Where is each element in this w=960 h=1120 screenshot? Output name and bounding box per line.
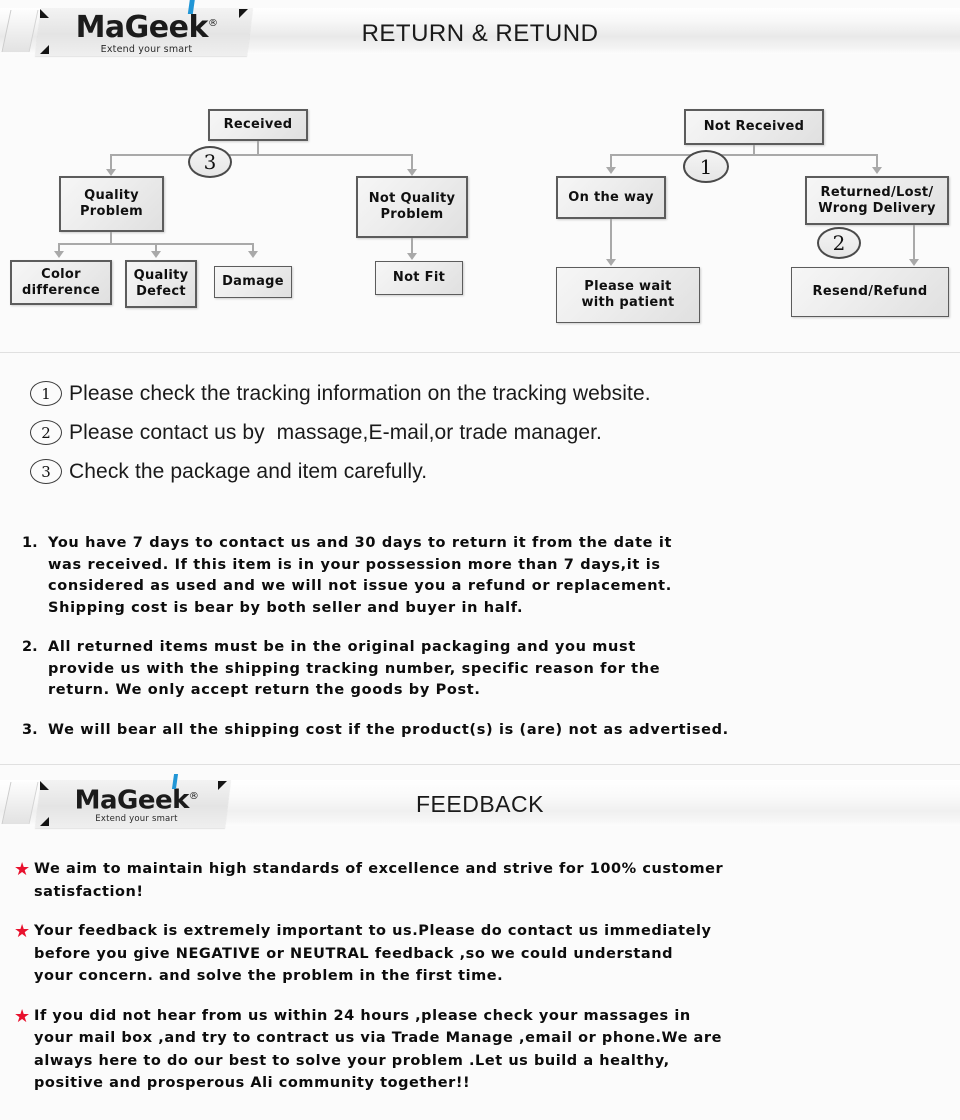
policy-item-text: You have 7 days to contact us and 30 day… [48, 535, 673, 616]
flow-box-quality-defect: Quality Defect [125, 260, 197, 308]
policy-item-text: We will bear all the shipping cost if th… [48, 721, 729, 738]
flow-box-not-quality-problem: Not Quality Problem [356, 176, 468, 238]
instruction-item: 1 Please check the tracking information … [30, 374, 930, 413]
star-icon: ★ [14, 1005, 31, 1026]
policy-list: 1. You have 7 days to contact us and 30 … [22, 533, 938, 759]
arrowhead-color-difference [54, 251, 64, 258]
flow-box-received: Received [208, 109, 308, 141]
arrowhead-damage [248, 251, 258, 258]
feedback-text: Your feedback is extremely important to … [34, 923, 712, 984]
star-icon: ★ [14, 859, 31, 879]
arrowhead-on-the-way [606, 167, 616, 174]
return-flowchart: Received 3 Quality Problem Not Quality P… [0, 88, 960, 350]
policy-item-number: 1. [22, 535, 38, 551]
flow-marker-2: 2 [817, 227, 861, 259]
feedback-banner: MaGee k® Extend your smart FEEDBACK [0, 772, 960, 834]
arrowhead-not-quality-problem [407, 169, 417, 176]
instruction-text: Please contact us by massage,E-mail,or t… [69, 420, 602, 444]
instruction-list: 1 Please check the tracking information … [30, 374, 930, 491]
connector-received-stem [257, 141, 259, 155]
instruction-text: Please check the tracking information on… [69, 381, 651, 405]
page-title: RETURN & RETUND [361, 20, 599, 47]
arrowhead-please-wait [606, 259, 616, 266]
connector-on-the-way-to-wait [610, 219, 612, 261]
instruction-text: Check the package and item carefully. [69, 459, 428, 483]
arrowhead-quality-problem [106, 169, 116, 176]
feedback-item: ★ If you did not hear from us within 24 … [14, 1005, 954, 1095]
policy-item: 2. All returned items must be in the ori… [22, 637, 938, 702]
flow-marker-1: 1 [683, 150, 729, 183]
instruction-number-badge: 1 [30, 381, 62, 406]
flow-box-please-wait: Please wait with patient [556, 267, 700, 323]
flow-box-not-received: Not Received [684, 109, 824, 145]
instruction-number-badge: 2 [30, 420, 62, 445]
flow-marker-3: 3 [188, 146, 232, 178]
feedback-list: ★ We aim to maintain high standards of e… [14, 858, 954, 1112]
feedback-text: We aim to maintain high standards of exc… [34, 861, 724, 900]
top-banner: MaGee k® Extend your smart RETURN & RETUN… [0, 0, 960, 62]
policy-item-number: 2. [22, 639, 38, 655]
instruction-item: 2 Please contact us by massage,E-mail,or… [30, 413, 930, 452]
connector-returned-to-resend [913, 225, 915, 261]
feedback-item: ★ We aim to maintain high standards of e… [14, 858, 954, 903]
connector-not-received-bus [610, 154, 877, 156]
instruction-number-badge: 3 [30, 459, 62, 484]
arrowhead-quality-defect [151, 251, 161, 258]
flow-box-on-the-way: On the way [556, 176, 666, 219]
section-divider-top [0, 352, 960, 353]
flow-box-returned-lost-wrong-delivery: Returned/Lost/ Wrong Delivery [805, 176, 949, 225]
connector-received-bus [110, 154, 412, 156]
feedback-text: If you did not hear from us within 24 ho… [34, 1007, 722, 1092]
feedback-item: ★ Your feedback is extremely important t… [14, 920, 954, 988]
flow-box-quality-problem: Quality Problem [59, 176, 164, 232]
arrowhead-returned-lost [872, 167, 882, 174]
flow-box-damage: Damage [214, 266, 292, 298]
return-refund-policy-page: MaGee k® Extend your smart RETURN & RETUN… [0, 0, 960, 1120]
flow-box-color-difference: Color difference [10, 260, 112, 305]
flow-box-not-fit: Not Fit [375, 261, 463, 295]
instruction-item: 3 Check the package and item carefully. [30, 452, 930, 491]
feedback-title: FEEDBACK [416, 791, 544, 817]
section-divider-bottom [0, 764, 960, 765]
policy-item: 3. We will bear all the shipping cost if… [22, 720, 938, 742]
flow-box-resend-refund: Resend/Refund [791, 267, 949, 317]
arrowhead-resend-refund [909, 259, 919, 266]
policy-item-number: 3. [22, 721, 38, 738]
arrowhead-not-fit [407, 253, 417, 260]
policy-item-text: All returned items must be in the origin… [48, 639, 661, 698]
star-icon: ★ [14, 921, 31, 941]
policy-item: 1. You have 7 days to contact us and 30 … [22, 533, 938, 619]
